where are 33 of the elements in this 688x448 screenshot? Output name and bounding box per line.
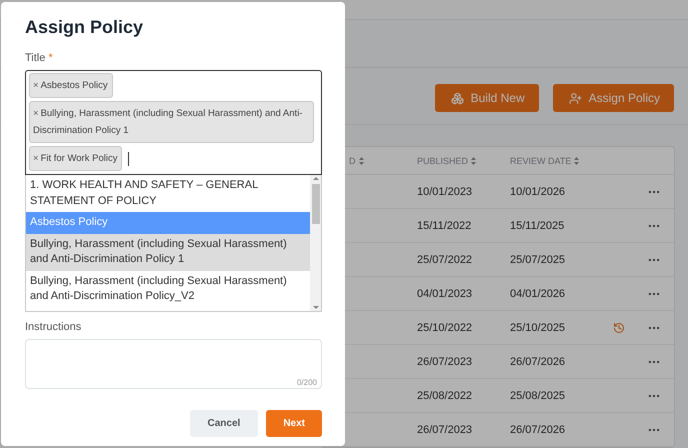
user-plus-icon xyxy=(568,92,582,105)
table-cell-text: 26/07/2026 xyxy=(510,356,566,368)
table-cell-text: 15/11/2022 xyxy=(417,220,472,232)
selected-tag[interactable]: × Bullying, Harassment (including Sexual Harassment) and Anti-Discrimination Policy 1 xyxy=(29,101,314,143)
character-counter: 0/200 xyxy=(296,378,317,387)
table-cell-text: 10/01/2023 xyxy=(417,186,474,198)
boxes-icon xyxy=(450,92,464,105)
table-cell-text: 26/07/2023 xyxy=(417,356,474,368)
table-cell-text: 15/11/2025 xyxy=(510,220,566,232)
table-cell-text: 10/01/2026 xyxy=(510,186,566,198)
history-icon xyxy=(612,322,624,334)
table-cell-text: 04/01/2023 xyxy=(417,288,474,300)
field-label: Instructions xyxy=(25,321,82,333)
dropdown-option[interactable]: Bullying, Harassment (including Sexual Harassment) and Anti-Discrimination Policy 1 xyxy=(26,234,310,270)
selected-tag[interactable]: × Fit for Work Policy xyxy=(29,146,122,171)
scrollbar[interactable] xyxy=(310,175,321,311)
sort-icon xyxy=(471,156,476,164)
table-cell-text: 25/10/2022 xyxy=(417,322,474,334)
table-cell-text: 25/08/2022 xyxy=(417,390,474,402)
table-cell-text: 26/07/2026 xyxy=(510,424,566,436)
table-cell-text: 25/07/2025 xyxy=(510,254,566,266)
field-label: Title * xyxy=(25,52,54,64)
table-cell-text: 26/07/2023 xyxy=(417,424,474,436)
table-cell-text: 25/07/2022 xyxy=(417,254,474,266)
table-cell-text: 25/08/2025 xyxy=(510,390,566,402)
table-cell-text: 25/10/2025 xyxy=(510,322,566,334)
title-multiselect[interactable]: × Asbestos Policy × Bullying, Harassment (including Sexual Harassment) and Anti-Discrimination Policy 1 × Fit for Work Policy xyxy=(25,70,322,175)
sort-icon xyxy=(358,156,364,164)
sort-icon xyxy=(574,156,580,164)
selected-tag[interactable]: × Asbestos Policy xyxy=(29,73,113,98)
cancel-button[interactable]: Cancel xyxy=(190,410,258,437)
table-cell-text: 04/01/2026 xyxy=(510,288,566,300)
dialog-title: Assign Policy xyxy=(25,17,144,38)
